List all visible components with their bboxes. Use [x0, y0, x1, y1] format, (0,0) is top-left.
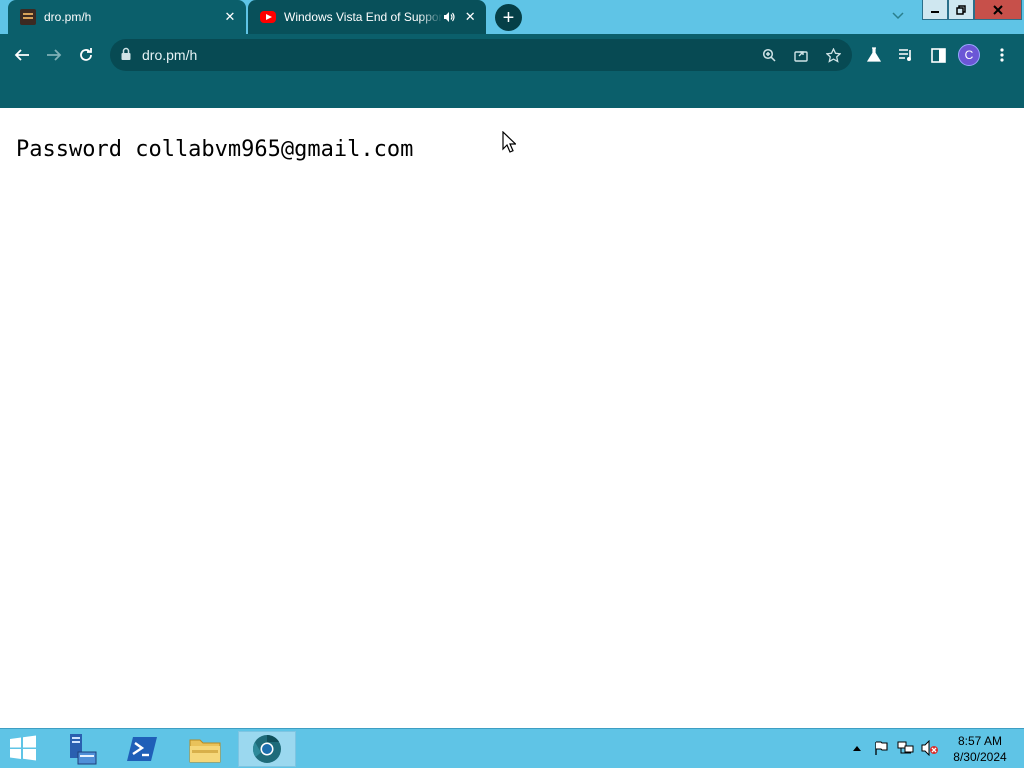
tab-strip: dro.pm/h ✕ Windows Vista End of Support … — [0, 0, 1024, 34]
network-icon[interactable] — [897, 739, 915, 757]
zoom-icon[interactable] — [759, 45, 779, 65]
show-hidden-icons-icon[interactable] — [848, 739, 866, 757]
close-tab-icon[interactable]: ✕ — [222, 9, 238, 25]
chrome-icon[interactable] — [238, 731, 296, 767]
mouse-pointer-icon — [502, 131, 516, 153]
tab-search-chevron-icon[interactable] — [888, 6, 908, 26]
action-center-flag-icon[interactable] — [872, 739, 890, 757]
lock-icon[interactable] — [120, 47, 134, 63]
bookmark-star-icon[interactable] — [823, 45, 843, 65]
media-control-icon[interactable] — [892, 41, 920, 69]
labs-flask-icon[interactable] — [860, 41, 888, 69]
profile-avatar[interactable]: C — [958, 44, 980, 66]
tab-title: dro.pm/h — [44, 10, 92, 24]
server-manager-icon[interactable] — [52, 731, 110, 767]
file-explorer-icon[interactable] — [176, 731, 234, 767]
tab-youtube[interactable]: Windows Vista End of Support ✕ — [248, 0, 486, 34]
site-favicon-icon — [20, 9, 36, 25]
clock-time: 8:57 AM — [957, 734, 1003, 748]
side-panel-icon[interactable] — [924, 41, 952, 69]
new-tab-button[interactable]: + — [495, 4, 522, 31]
taskbar: 8:57 AM 8/30/2024 — [0, 728, 1024, 768]
close-tab-icon[interactable]: ✕ — [462, 9, 478, 25]
system-clock[interactable]: 8:57 AM 8/30/2024 — [948, 733, 1012, 765]
tab-title: Windows Vista End of Support — [284, 10, 443, 24]
reload-icon[interactable] — [72, 41, 100, 69]
address-bar[interactable]: dro.pm/h — [110, 39, 852, 71]
forward-arrow-icon[interactable] — [40, 41, 68, 69]
powershell-icon[interactable] — [114, 731, 172, 767]
menu-kebab-icon[interactable] — [988, 41, 1016, 69]
volume-muted-icon[interactable] — [921, 739, 939, 757]
youtube-favicon-icon — [260, 11, 276, 23]
back-arrow-icon[interactable] — [8, 41, 36, 69]
audio-playing-icon[interactable] — [443, 10, 457, 24]
clock-date: 8/30/2024 — [953, 750, 1007, 764]
tab-dro-pm[interactable]: dro.pm/h ✕ — [8, 0, 246, 34]
restore-window-button[interactable] — [948, 0, 974, 20]
toolbar-spacer — [0, 76, 1024, 108]
browser-toolbar: dro.pm/h C — [0, 34, 1024, 76]
page-content: Password collabvm965@gmail.com — [0, 108, 1024, 728]
start-windows-icon[interactable] — [8, 735, 40, 763]
close-window-button[interactable] — [974, 0, 1022, 20]
url-text: dro.pm/h — [142, 47, 198, 63]
share-icon[interactable] — [791, 45, 811, 65]
minimize-window-button[interactable] — [922, 0, 948, 20]
page-body-text: Password collabvm965@gmail.com — [16, 137, 414, 162]
